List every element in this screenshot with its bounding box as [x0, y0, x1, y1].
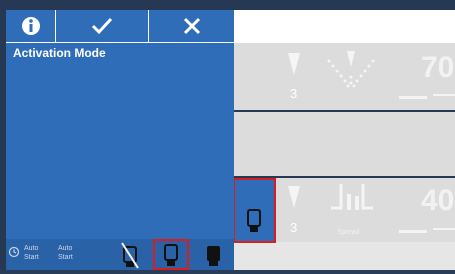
close-button[interactable] [149, 10, 234, 42]
panel-title: Activation Mode [13, 46, 106, 60]
mode-tractor-filled-option[interactable] [204, 241, 224, 269]
confirm-button[interactable] [56, 10, 149, 42]
close-icon [183, 17, 200, 35]
checkmark-icon [91, 17, 113, 35]
auto-start-1-line1: Auto [24, 245, 39, 252]
toolbar-divider [6, 42, 234, 43]
row-3-value: 40 [421, 184, 455, 217]
mode-off-option[interactable] [118, 241, 142, 269]
clock-icon [8, 246, 20, 258]
row-3-level-bar [399, 230, 427, 233]
row-1-level-bar-2 [433, 94, 455, 96]
nozzle-icon [288, 53, 300, 75]
row-3-count: 3 [290, 220, 298, 235]
auto-start-2-line2: Start [58, 254, 73, 261]
info-icon [21, 17, 40, 35]
auto-start-option-1[interactable]: Auto Start [8, 243, 52, 267]
auto-start-option-2[interactable]: Auto Start [54, 243, 88, 267]
section-row-1[interactable]: 3 70 [233, 43, 455, 110]
tractor-icon [164, 244, 178, 266]
row-1-level-bar [399, 96, 427, 99]
bottom-strip [233, 242, 455, 270]
boom-section-icon [331, 184, 373, 210]
section-row-2[interactable] [233, 112, 455, 176]
info-button[interactable] [6, 10, 56, 42]
spray-pattern-icon [327, 51, 375, 88]
mode-options-bar: Auto Start Auto Start [6, 239, 234, 270]
row-3-level-bar-2 [433, 228, 455, 230]
activation-mode-panel: Activation Mode Auto Start Auto Start [6, 10, 234, 270]
tractor-disabled-icon [121, 242, 139, 269]
tractor-filled-icon [207, 246, 220, 266]
row-3-label: Spread [337, 229, 360, 236]
auto-start-2-line1: Auto [58, 245, 73, 252]
tractor-icon [247, 209, 261, 232]
header-blank-area [233, 10, 455, 43]
auto-start-1-line2: Start [24, 254, 39, 261]
nozzle-icon [288, 186, 300, 208]
row-1-count: 3 [290, 86, 298, 101]
mode-tractor-outline-option[interactable] [153, 239, 189, 270]
row-1-value: 70 [421, 51, 455, 84]
